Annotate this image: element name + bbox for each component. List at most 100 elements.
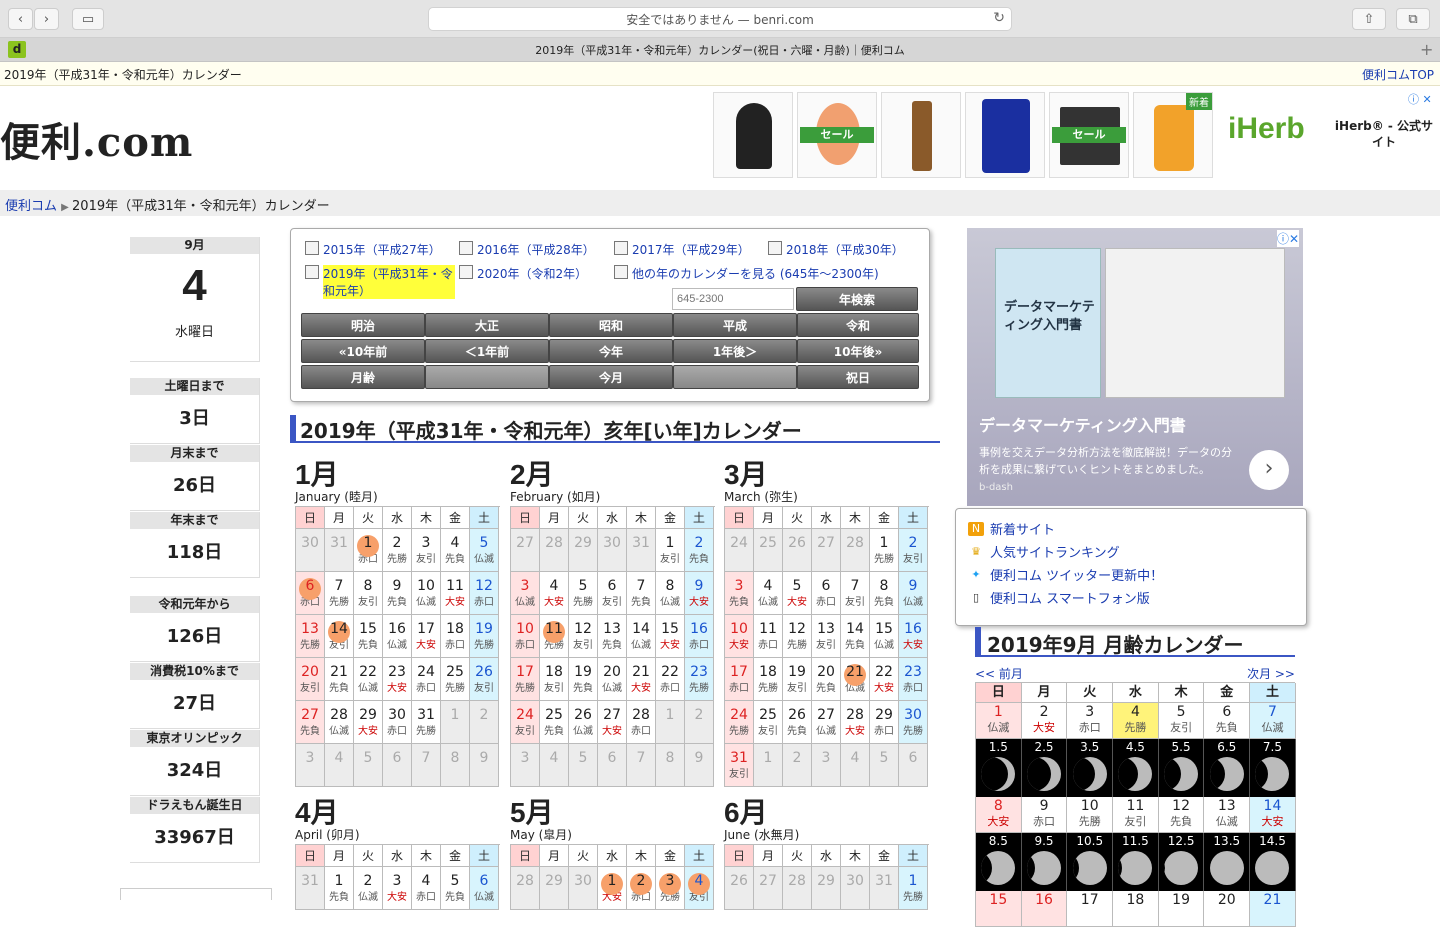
era-taisho-button[interactable]: 大正 [425, 313, 549, 337]
day-cell[interactable]: 30 [569, 867, 598, 910]
day-cell[interactable]: 21 先負 [325, 658, 354, 701]
ad-next-arrow-icon[interactable]: › [1249, 450, 1289, 490]
day-cell[interactable]: 28 赤口 [627, 701, 656, 744]
day-cell[interactable]: 13 先負 [598, 615, 627, 658]
day-cell[interactable]: 10 仏滅 [412, 572, 441, 615]
day-cell[interactable]: 11 大安 [441, 572, 470, 615]
ad-product-egg[interactable]: セール [797, 92, 877, 178]
tabs-overview-icon[interactable]: ⧉ [1396, 8, 1430, 30]
day-cell[interactable]: 12 赤口 [470, 572, 499, 615]
day-cell[interactable]: 30 [841, 867, 870, 910]
moon-day-cell[interactable]: 2 大安 [1021, 703, 1068, 739]
new-tab-icon[interactable]: + [1420, 40, 1433, 59]
day-cell[interactable]: 28 仏滅 [325, 701, 354, 744]
day-cell[interactable]: 10 赤口 [511, 615, 540, 658]
day-cell[interactable]: 27 [754, 867, 783, 910]
day-cell[interactable]: 22 仏滅 [354, 658, 383, 701]
era-reiwa-button[interactable]: 令和 [797, 313, 919, 337]
address-bar[interactable]: 安全ではありません — benri.com ↻ [428, 7, 1012, 31]
tab-title[interactable]: 2019年（平成31年・令和元年）カレンダー(祝日・六曜・月齢)｜便利コム [40, 42, 1400, 58]
day-cell[interactable]: 7 [412, 744, 441, 787]
day-cell[interactable]: 28 [783, 867, 812, 910]
day-cell[interactable]: 12 先勝 [783, 615, 812, 658]
moon-prev-link[interactable]: << 前月 [975, 667, 1023, 681]
this-month-button[interactable]: 今月 [549, 365, 673, 389]
day-cell[interactable]: 9 [685, 744, 714, 787]
day-cell[interactable]: 5 [870, 744, 899, 787]
day-cell[interactable]: 20 仏滅 [598, 658, 627, 701]
day-cell[interactable]: 8 仏滅 [656, 572, 685, 615]
day-cell[interactable]: 2 先勝 [383, 529, 412, 572]
day-cell[interactable]: 30 赤口 [383, 701, 412, 744]
day-cell[interactable]: 8 友引 [354, 572, 383, 615]
day-cell[interactable]: 29 大安 [354, 701, 383, 744]
day-cell[interactable]: 16 仏滅 [383, 615, 412, 658]
day-cell[interactable]: 31 [627, 529, 656, 572]
day-cell[interactable]: 2 仏滅 [354, 867, 383, 910]
day-cell[interactable]: 4 赤口 [412, 867, 441, 910]
sidebar-toggle-icon[interactable]: ▭ [72, 8, 104, 30]
day-cell[interactable]: 10 大安 [725, 615, 754, 658]
ad-product-supplement[interactable] [965, 92, 1045, 178]
day-cell[interactable]: 19 先負 [569, 658, 598, 701]
year-link-2018[interactable]: 2018年（平成30年） [768, 241, 904, 258]
day-cell[interactable]: 6 仏滅 [470, 867, 499, 910]
day-cell[interactable]: 4 [841, 744, 870, 787]
moon-day-cell[interactable]: 6 先負 [1204, 703, 1251, 739]
day-cell[interactable]: 6 赤口 [296, 572, 325, 615]
day-cell[interactable]: 5 先負 [441, 867, 470, 910]
day-cell[interactable]: 5 [354, 744, 383, 787]
twitter-link[interactable]: ✦ 便利コム ツイッター更新中！ [968, 565, 1163, 585]
day-cell[interactable]: 27 [812, 529, 841, 572]
moon-day-cell[interactable]: 10 先勝 [1067, 797, 1114, 833]
day-cell[interactable]: 29 [812, 867, 841, 910]
day-cell[interactable]: 6 赤口 [812, 572, 841, 615]
day-cell[interactable]: 1 友引 [656, 529, 685, 572]
day-cell[interactable]: 20 先負 [812, 658, 841, 701]
day-cell[interactable]: 24 赤口 [412, 658, 441, 701]
day-cell[interactable]: 25 先負 [540, 701, 569, 744]
day-cell[interactable]: 3 先勝 [656, 867, 685, 910]
day-cell[interactable]: 1 大安 [598, 867, 627, 910]
year-link-2019[interactable]: 2019年（平成31年・令和元年） [305, 265, 455, 299]
day-cell[interactable]: 14 仏滅 [627, 615, 656, 658]
day-cell[interactable]: 1 [754, 744, 783, 787]
day-cell[interactable]: 16 大安 [899, 615, 928, 658]
moon-age-button[interactable]: 月齢 [301, 365, 425, 389]
day-cell[interactable]: 24 友引 [511, 701, 540, 744]
day-cell[interactable]: 31 [870, 867, 899, 910]
era-heisei-button[interactable]: 平成 [673, 313, 797, 337]
day-cell[interactable]: 8 先負 [870, 572, 899, 615]
day-cell[interactable]: 14 先負 [841, 615, 870, 658]
day-cell[interactable]: 9 [470, 744, 499, 787]
forward-button[interactable]: › [34, 8, 59, 30]
day-cell[interactable]: 25 先勝 [441, 658, 470, 701]
moon-day-cell[interactable]: 18 [1113, 891, 1159, 927]
day-cell[interactable]: 2 赤口 [627, 867, 656, 910]
day-cell[interactable]: 9 先負 [383, 572, 412, 615]
day-cell[interactable]: 1 先勝 [899, 867, 928, 910]
ad-product-oil[interactable] [881, 92, 961, 178]
day-cell[interactable]: 11 赤口 [754, 615, 783, 658]
moon-day-cell[interactable]: 20 [1204, 891, 1251, 927]
iherb-logo[interactable]: iHerb [1228, 112, 1305, 146]
day-cell[interactable]: 5 先勝 [569, 572, 598, 615]
ad-info-icon[interactable]: ⓘ ✕ [1408, 91, 1432, 107]
day-cell[interactable]: 4 [540, 744, 569, 787]
moon-next-link[interactable]: 次月 >> [1247, 665, 1295, 682]
day-cell[interactable]: 27 大安 [598, 701, 627, 744]
moon-day-cell[interactable]: 21 [1250, 891, 1296, 927]
day-cell[interactable]: 3 仏滅 [511, 572, 540, 615]
breadcrumb-home[interactable]: 便利コム [5, 199, 57, 214]
moon-day-cell[interactable]: 17 [1067, 891, 1114, 927]
day-cell[interactable]: 20 友引 [296, 658, 325, 701]
day-cell[interactable]: 2 [685, 701, 714, 744]
day-cell[interactable]: 2 友引 [899, 529, 928, 572]
day-cell[interactable]: 17 赤口 [725, 658, 754, 701]
day-cell[interactable]: 13 友引 [812, 615, 841, 658]
year-search-button[interactable]: 年検索 [796, 287, 918, 311]
moon-day-cell[interactable]: 11 友引 [1113, 797, 1159, 833]
day-cell[interactable]: 28 [511, 867, 540, 910]
day-cell[interactable]: 9 仏滅 [899, 572, 928, 615]
day-cell[interactable]: 24 先勝 [725, 701, 754, 744]
